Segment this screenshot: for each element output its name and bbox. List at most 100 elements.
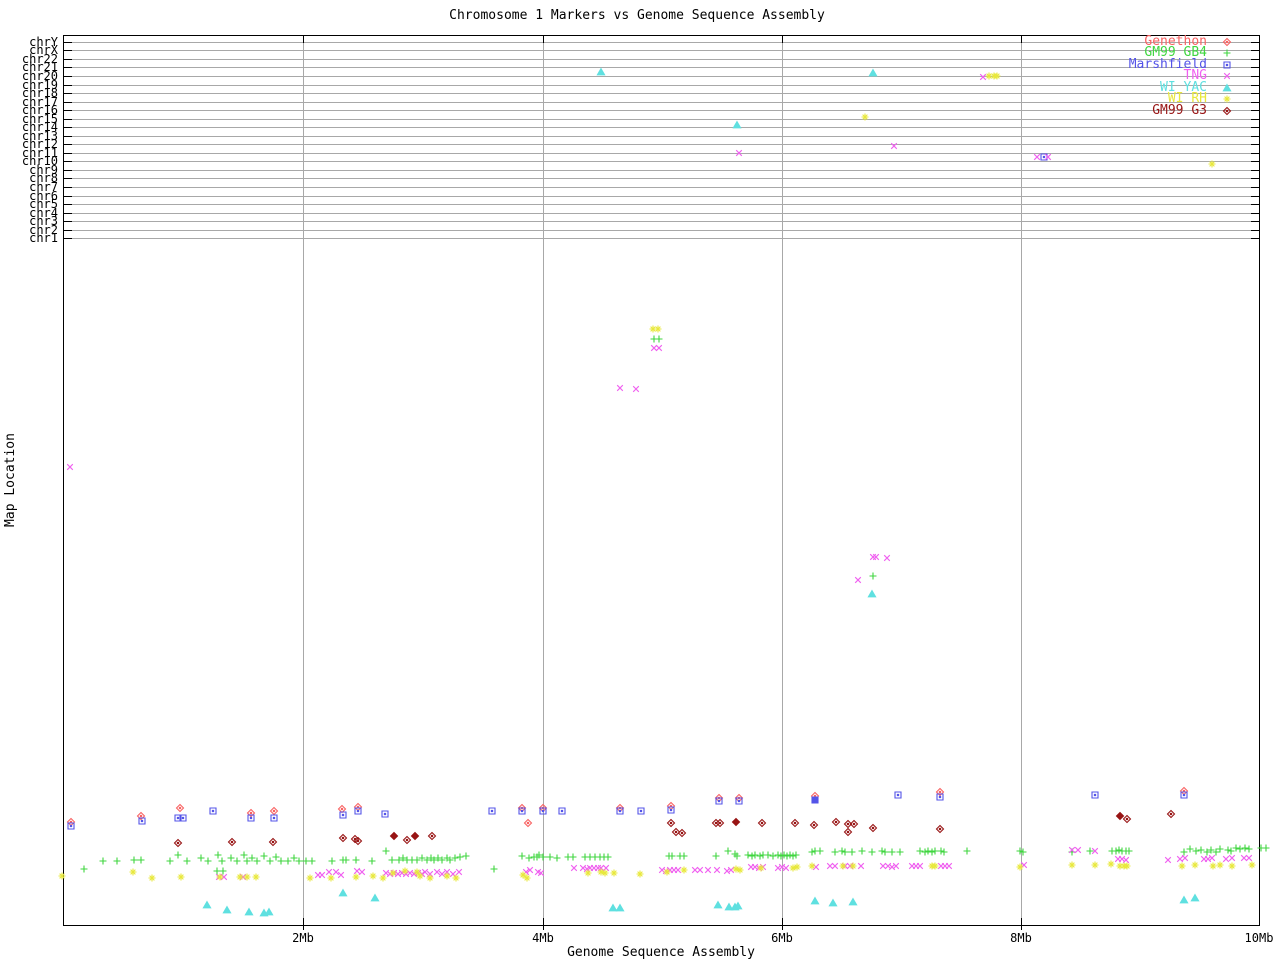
x-tick-label-4Mb: 4Mb bbox=[532, 931, 554, 945]
marker-tng bbox=[826, 862, 834, 870]
marker-tng bbox=[1033, 153, 1041, 161]
marker-gm99-g3 bbox=[831, 817, 841, 827]
marker-gm99-gb4 bbox=[166, 857, 174, 865]
marker-tng bbox=[691, 866, 699, 874]
marker-tng bbox=[616, 384, 624, 392]
marker-wi-rh bbox=[1178, 862, 1186, 870]
marker-wi-rh bbox=[1191, 861, 1199, 869]
marker-tng bbox=[1122, 856, 1130, 864]
marker-wi-rh bbox=[426, 874, 434, 882]
marker-wi-rh bbox=[216, 873, 224, 881]
marker-gm99-g3 bbox=[666, 818, 676, 828]
marker-wi-yac bbox=[596, 67, 606, 76]
marker-wi-yac bbox=[713, 900, 723, 909]
marker-tng bbox=[433, 868, 441, 876]
marker-wi-rh bbox=[757, 864, 765, 872]
marker-tng bbox=[782, 864, 790, 872]
marker-tng bbox=[723, 867, 731, 875]
marker-tng bbox=[1164, 856, 1172, 864]
marker-wi-rh bbox=[839, 862, 847, 870]
marker-wi-rh bbox=[327, 874, 335, 882]
marker-tng bbox=[66, 463, 74, 471]
marker-tng bbox=[1204, 855, 1212, 863]
marker-tng bbox=[713, 866, 721, 874]
marker-gm99-gb4 bbox=[869, 572, 877, 580]
marker-gm99-gb4 bbox=[213, 867, 221, 875]
marker-wi-yac bbox=[1179, 895, 1189, 904]
marker-gm99-gb4 bbox=[204, 857, 212, 865]
marker-wi-yac bbox=[615, 903, 625, 912]
x-tick-label-6Mb: 6Mb bbox=[771, 931, 793, 945]
legend-marker-gm99-g3-glyph bbox=[1222, 106, 1232, 116]
marker-gm99-gb4 bbox=[174, 851, 182, 859]
marker-wi-rh bbox=[389, 869, 397, 877]
marker-wi-yac bbox=[810, 896, 820, 905]
marker-tng bbox=[916, 862, 924, 870]
marker-gm99-gb4 bbox=[848, 848, 856, 856]
marker-tng bbox=[857, 862, 865, 870]
marker-tng bbox=[570, 864, 578, 872]
marker-gm99-gb4 bbox=[352, 856, 360, 864]
chart-screenshot: Chromosome 1 Markers vs Genome Sequence … bbox=[0, 0, 1280, 960]
marker-tng bbox=[892, 862, 900, 870]
x-tick-label-10Mb: 10Mb bbox=[1244, 931, 1274, 945]
marker-wi-rh bbox=[379, 874, 387, 882]
marker-tng bbox=[1208, 854, 1216, 862]
marker-tng bbox=[888, 863, 896, 871]
marker-gm99-gb4 bbox=[328, 857, 336, 865]
marker-tng bbox=[1074, 846, 1082, 854]
marker-marshfield bbox=[637, 807, 645, 815]
marker-gm99-gb4 bbox=[382, 847, 390, 855]
marker-tng bbox=[449, 870, 457, 878]
marker-wi-rh bbox=[236, 873, 244, 881]
marker-wi-rh bbox=[443, 872, 451, 880]
marker-gm99-gb4 bbox=[764, 851, 772, 859]
marker-gm99-gb4 bbox=[712, 852, 720, 860]
marker-tng bbox=[879, 862, 887, 870]
marker-wi-rh bbox=[1216, 861, 1224, 869]
marker-gm99-gb4 bbox=[553, 854, 561, 862]
marker-gm99-gb4 bbox=[260, 852, 268, 860]
marker-wi-rh bbox=[654, 325, 662, 333]
marker-gm99-gb4 bbox=[1241, 844, 1249, 852]
marker-wi-rh bbox=[1209, 862, 1217, 870]
marker-tng bbox=[358, 868, 366, 876]
marker-gm99-gb4 bbox=[1236, 845, 1244, 853]
marker-wi-rh bbox=[129, 868, 137, 876]
marker-gm99-gb4 bbox=[1197, 846, 1205, 854]
legend-marker-wi-yac-glyph bbox=[1222, 83, 1232, 92]
marker-gm99-g3 bbox=[757, 818, 767, 828]
marker-tng bbox=[650, 344, 658, 352]
marker-tng bbox=[318, 871, 326, 879]
marker-wi-rh bbox=[148, 874, 156, 882]
marker-gm99-gb4 bbox=[214, 851, 222, 859]
marker-marshfield bbox=[488, 807, 496, 815]
marker-tng bbox=[696, 866, 704, 874]
marker-marshfield bbox=[558, 807, 566, 815]
marker-gm99-g3 bbox=[1122, 814, 1132, 824]
marker-gm99-g3 bbox=[338, 833, 348, 843]
y-tick-label-chr1: chr1 bbox=[29, 231, 58, 245]
chart-canvas bbox=[58, 35, 1270, 930]
marker-wi-yac bbox=[338, 888, 348, 897]
marker-gm99-gb4 bbox=[1262, 844, 1270, 852]
marker-wi-rh bbox=[849, 862, 857, 870]
marker-tng bbox=[751, 863, 759, 871]
marker-tng bbox=[1118, 855, 1126, 863]
marker-marshfield bbox=[811, 796, 819, 804]
marker-gm99-g3 bbox=[843, 827, 853, 837]
marker-tng bbox=[421, 868, 429, 876]
marker-gm99-gb4 bbox=[963, 847, 971, 855]
marker-tng bbox=[1181, 854, 1189, 862]
marker-wi-rh bbox=[1248, 861, 1256, 869]
marker-wi-yac bbox=[868, 68, 878, 77]
marker-gm99-g3 bbox=[268, 837, 278, 847]
marker-tng bbox=[812, 863, 820, 871]
marker-tng bbox=[831, 862, 839, 870]
marker-wi-rh bbox=[58, 872, 66, 880]
marker-wi-yac bbox=[848, 897, 858, 906]
marker-wi-rh bbox=[306, 874, 314, 882]
marker-tng bbox=[1245, 854, 1253, 862]
marker-gm99-g3 bbox=[227, 837, 237, 847]
marker-wi-rh bbox=[1107, 860, 1115, 868]
